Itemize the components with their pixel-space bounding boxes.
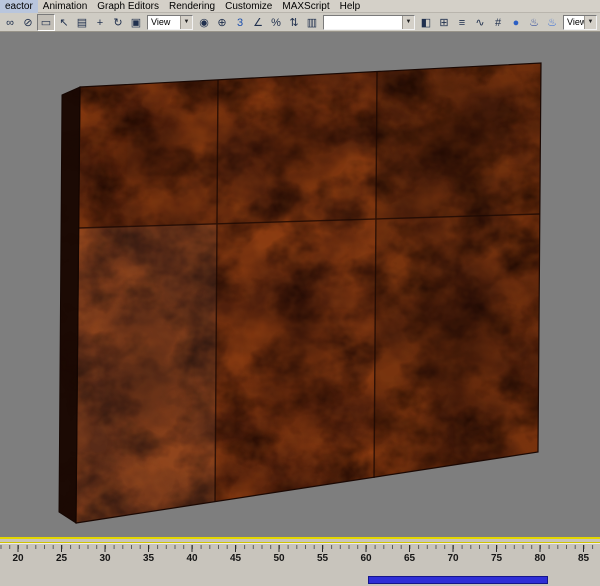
snap-toggle-3d-icon[interactable]: 3 xyxy=(231,14,249,31)
viewport-canvas[interactable] xyxy=(0,32,600,539)
select-and-scale-icon[interactable]: ▣ xyxy=(127,14,145,31)
frame-number: 50 xyxy=(273,553,285,564)
chevron-down-icon[interactable]: ▼ xyxy=(180,15,192,29)
mirror-icon[interactable]: ◧ xyxy=(417,14,435,31)
main-toolbar: ∞⊘▭↖▤+↻▣View▼◉⊕3∠%⇅▥▼◧⊞≡∿#●♨♨View▼ xyxy=(0,13,600,32)
frame-number: 45 xyxy=(229,553,242,564)
edit-named-selections-icon[interactable]: ▥ xyxy=(303,14,321,31)
trackbar-ticks xyxy=(0,545,594,552)
frame-number: 35 xyxy=(142,553,155,564)
unlink-selection-icon[interactable]: ⊘ xyxy=(19,14,37,31)
menu-item-customize[interactable]: Customize xyxy=(220,0,277,13)
perspective-viewport[interactable] xyxy=(0,32,600,539)
angle-snap-icon[interactable]: ∠ xyxy=(249,14,267,31)
trackbar-selection-bar[interactable] xyxy=(368,576,548,584)
menu-item-rendering[interactable]: Rendering xyxy=(164,0,220,13)
schematic-view-icon[interactable]: # xyxy=(489,14,507,31)
menu-item-animation[interactable]: Animation xyxy=(38,0,92,13)
menu-item-graph-editors[interactable]: Graph Editors xyxy=(92,0,164,13)
pivot-center-icon[interactable]: ◉ xyxy=(195,14,213,31)
frame-number: 40 xyxy=(186,553,198,564)
frame-number: 70 xyxy=(447,553,459,564)
trackbar[interactable]: 20 25 30 35 40 45 50 55 60 65 70 75 80 85 xyxy=(0,543,600,586)
frame-number: 85 xyxy=(577,553,590,564)
menubar: eactor Animation Graph Editors Rendering Cus… xyxy=(0,0,600,13)
layer-manager-icon[interactable]: ≡ xyxy=(453,14,471,31)
curve-editor-icon[interactable]: ∿ xyxy=(471,14,489,31)
named-selection-sets-combo[interactable]: ▼ xyxy=(323,14,415,30)
select-and-rotate-icon[interactable]: ↻ xyxy=(109,14,127,31)
wall-shading-top-row xyxy=(79,63,541,228)
align-icon[interactable]: ⊞ xyxy=(435,14,453,31)
material-editor-icon[interactable]: ● xyxy=(507,14,525,31)
chevron-down-icon[interactable]: ▼ xyxy=(402,15,414,29)
select-and-move-icon[interactable]: + xyxy=(91,14,109,31)
view-flyout-combo[interactable]: View▼ xyxy=(563,14,597,30)
chevron-down-icon[interactable]: ▼ xyxy=(584,15,596,29)
select-by-name-icon[interactable]: ▤ xyxy=(73,14,91,31)
frame-number: 75 xyxy=(490,553,503,564)
frame-number: 55 xyxy=(316,553,329,564)
max-application-window: eactor Animation Graph Editors Rendering Cus… xyxy=(0,0,600,586)
render-scene-icon[interactable]: ♨ xyxy=(525,14,543,31)
frame-number: 20 xyxy=(12,553,24,564)
frame-number: 80 xyxy=(534,553,546,564)
menu-item-maxscript[interactable]: MAXScript xyxy=(277,0,334,13)
view-flyout-combo-value: View xyxy=(567,16,584,27)
frame-number: 65 xyxy=(403,553,416,564)
selection-region-icon[interactable]: ▭ xyxy=(37,13,55,31)
wall-shading-bottom-left xyxy=(76,224,217,523)
coordinate-system-combo-value: View xyxy=(151,16,171,27)
frame-number: 30 xyxy=(99,553,111,564)
percent-snap-icon[interactable]: % xyxy=(267,14,285,31)
coordinate-system-combo[interactable]: View ▼ xyxy=(147,14,193,30)
frame-number: 25 xyxy=(55,553,68,564)
menu-item-eactor[interactable]: eactor xyxy=(0,0,38,13)
quick-render-icon[interactable]: ♨ xyxy=(543,14,561,31)
frame-number: 60 xyxy=(360,553,372,564)
select-and-manipulate-icon[interactable]: ⊕ xyxy=(213,14,231,31)
menu-item-help[interactable]: Help xyxy=(335,0,366,13)
spinner-snap-icon[interactable]: ⇅ xyxy=(285,14,303,31)
named-selection-sets-combo-value xyxy=(324,16,402,29)
select-and-link-icon[interactable]: ∞ xyxy=(1,14,19,31)
select-object-icon[interactable]: ↖ xyxy=(55,14,73,31)
